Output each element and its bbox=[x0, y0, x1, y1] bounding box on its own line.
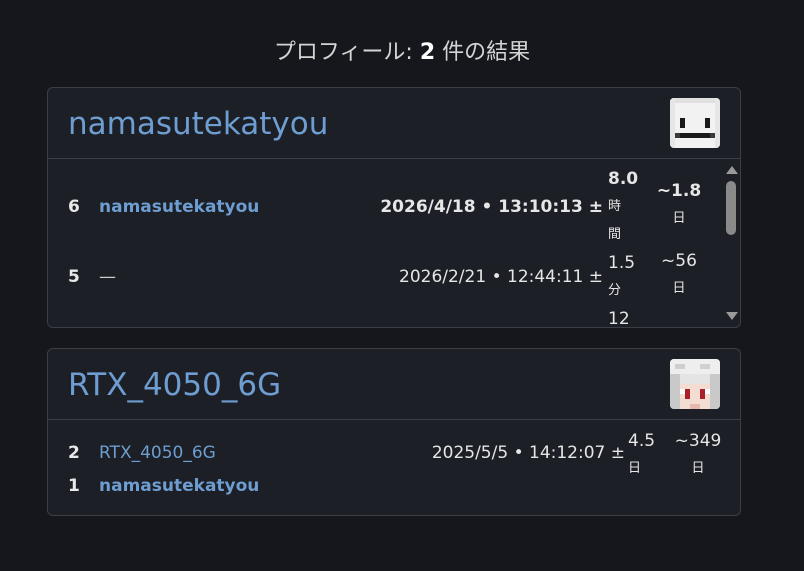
record-row: 5 — 2026/2/21 • 12:44:11 ± 1.5 分 12 ~56 … bbox=[48, 247, 720, 327]
white-hair-red-eyes-skin-icon[interactable] bbox=[670, 359, 720, 409]
record-rank: 6 bbox=[68, 197, 80, 217]
duration-unit-2: 間 bbox=[608, 227, 622, 242]
record-row: 1 namasutekatyou bbox=[48, 466, 720, 506]
duration-value: 8.0 bbox=[608, 169, 639, 189]
duration-unit: 時 bbox=[608, 199, 622, 214]
results-header-suffix: 件の結果 bbox=[435, 40, 531, 65]
records-list[interactable]: 6 namasutekatyou 2026/4/18 • 13:10:13 ± … bbox=[48, 159, 740, 327]
records-scrollbar[interactable] bbox=[724, 163, 738, 323]
profile-title[interactable]: namasutekatyou bbox=[68, 106, 328, 142]
record-rank: 5 bbox=[68, 267, 80, 287]
record-name-empty: — bbox=[99, 267, 116, 287]
duration-value: 4.5 bbox=[628, 431, 656, 451]
results-header-prefix: プロフィール: bbox=[273, 40, 420, 65]
age-value: ~1.8 bbox=[656, 181, 702, 201]
record-rank: 1 bbox=[68, 476, 80, 496]
record-duration: 1.5 分 12 bbox=[608, 249, 654, 327]
age-unit: 日 bbox=[672, 281, 686, 296]
profile-card-header: RTX_4050_6G bbox=[48, 349, 740, 420]
records-list: 2 RTX_4050_6G 2025/5/5 • 14:12:07 ± 4.5 … bbox=[48, 420, 740, 515]
record-timestamp: 2026/4/18 • 13:10:13 ± bbox=[380, 197, 603, 217]
duration-unit: 分 bbox=[608, 283, 622, 298]
record-name-link[interactable]: namasutekatyou bbox=[99, 466, 259, 506]
record-age: ~56 日 bbox=[654, 247, 704, 303]
scroll-up-arrow-icon[interactable] bbox=[726, 166, 738, 174]
profile-card-rtx-4050-6g: RTX_4050_6G 2 RTX_4050_6G 2025/5/5 • 14:… bbox=[47, 348, 741, 516]
scrollbar-thumb[interactable] bbox=[726, 181, 736, 235]
results-header: プロフィール: 2 件の結果 bbox=[0, 34, 804, 66]
record-row: 6 namasutekatyou 2026/4/18 • 13:10:13 ± … bbox=[48, 169, 720, 242]
profile-title[interactable]: RTX_4050_6G bbox=[68, 367, 281, 403]
age-unit: 日 bbox=[672, 211, 686, 226]
results-count: 2 bbox=[419, 40, 436, 65]
age-value: ~56 bbox=[661, 251, 697, 271]
record-age: ~1.8 日 bbox=[654, 177, 704, 233]
duration-value-2: 12 bbox=[608, 309, 630, 327]
record-duration: 8.0 時 間 bbox=[608, 165, 654, 249]
scroll-down-arrow-icon[interactable] bbox=[726, 312, 738, 320]
profile-card-namasutekatyou: namasutekatyou 6 namasutekatyou 2026/4/1… bbox=[47, 87, 741, 328]
record-name-link[interactable]: namasutekatyou bbox=[99, 177, 259, 237]
age-value: ~349 bbox=[674, 431, 722, 451]
white-smiley-skin-icon[interactable] bbox=[670, 98, 720, 148]
record-timestamp: 2026/2/21 • 12:44:11 ± bbox=[399, 267, 603, 287]
profile-card-header: namasutekatyou bbox=[48, 88, 740, 159]
duration-value: 1.5 bbox=[608, 253, 636, 273]
